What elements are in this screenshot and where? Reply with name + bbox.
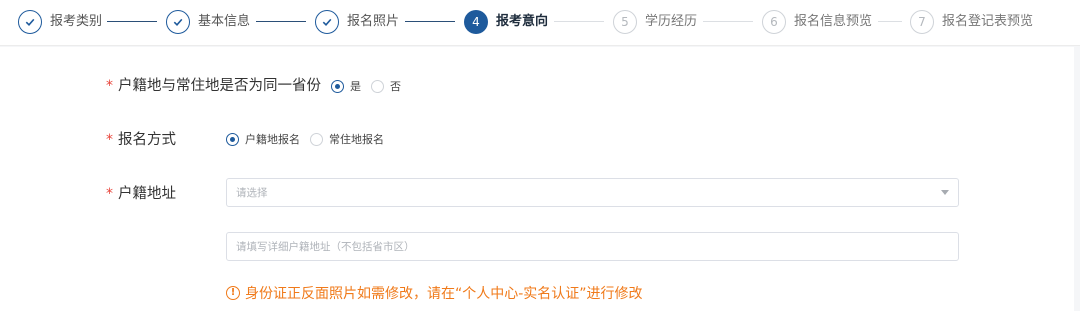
step-5[interactable]: 5 学历经历 — [613, 9, 697, 35]
same-province-yes-label: 是 — [350, 80, 361, 93]
notice-text: 身份证正反面照片如需修改，请在“个人中心-实名认证”进行修改 — [245, 286, 643, 302]
step-connector — [256, 21, 306, 22]
step-3-label: 报名照片 — [347, 14, 400, 29]
step-connector — [107, 21, 157, 22]
step-6[interactable]: 6 报名信息预览 — [762, 9, 872, 35]
same-province-no-label: 否 — [390, 80, 401, 93]
same-province-label-text: 户籍地与常住地是否为同一省份 — [118, 78, 321, 94]
check-icon — [18, 10, 42, 34]
step-2-label: 基本信息 — [198, 14, 251, 29]
radio-checked-icon — [226, 132, 239, 146]
region-select[interactable]: 请选择 — [226, 178, 959, 207]
step-connector — [703, 21, 753, 22]
registration-method-label: * 报名方式 — [106, 129, 176, 151]
registration-method-label-text: 报名方式 — [118, 132, 176, 148]
method-hukou-radio[interactable]: 户籍地报名 — [226, 131, 300, 147]
step-connector — [405, 21, 455, 22]
step-3[interactable]: 报名照片 — [315, 9, 399, 35]
household-address-label: * 户籍地址 — [106, 183, 176, 205]
method-hukou-label: 户籍地报名 — [245, 133, 300, 146]
caret-down-icon — [941, 190, 949, 195]
method-residence-radio[interactable]: 常住地报名 — [310, 131, 384, 147]
step-progress-bar: 报考类别 基本信息 报名照片 4 报考意向 5 学历经历 6 报名信息预览 7 … — [0, 0, 1080, 46]
method-residence-label: 常住地报名 — [329, 133, 384, 146]
step-number-badge: 4 — [464, 10, 488, 34]
detail-address-input[interactable]: 请填写详细户籍地址（不包括省市区） — [226, 232, 959, 261]
radio-unchecked-icon — [310, 132, 323, 146]
required-mark: * — [106, 78, 113, 94]
step-connector — [878, 21, 902, 22]
same-province-yes-radio[interactable]: 是 — [331, 78, 361, 94]
step-1-label: 报考类别 — [50, 14, 103, 29]
region-select-placeholder: 请选择 — [236, 187, 268, 199]
step-number-badge: 7 — [910, 10, 934, 34]
required-mark: * — [106, 132, 113, 148]
step-4-label: 报考意向 — [496, 14, 549, 29]
step-connector — [554, 21, 604, 22]
id-photo-notice: ! 身份证正反面照片如需修改，请在“个人中心-实名认证”进行修改 — [226, 283, 643, 303]
step-1[interactable]: 报考类别 — [18, 9, 102, 35]
required-mark: * — [106, 186, 113, 202]
step-4[interactable]: 4 报考意向 — [464, 9, 548, 35]
same-province-no-radio[interactable]: 否 — [371, 78, 401, 94]
step-6-label: 报名信息预览 — [794, 14, 873, 29]
detail-address-placeholder: 请填写详细户籍地址（不包括省市区） — [236, 241, 415, 253]
same-province-label: * 户籍地与常住地是否为同一省份 — [106, 75, 321, 97]
radio-unchecked-icon — [371, 79, 384, 93]
radio-checked-icon — [331, 79, 344, 93]
registration-method-radio-group: 户籍地报名 常住地报名 — [226, 129, 394, 149]
check-icon — [166, 10, 190, 34]
page-edge — [1074, 47, 1080, 311]
same-province-radio-group: 是 否 — [331, 76, 411, 96]
step-number-badge: 6 — [762, 10, 786, 34]
step-7-label: 报名登记表预览 — [942, 14, 1034, 29]
household-address-label-text: 户籍地址 — [118, 186, 176, 202]
step-number-badge: 5 — [613, 10, 637, 34]
step-7[interactable]: 7 报名登记表预览 — [910, 9, 1033, 35]
check-icon — [315, 10, 339, 34]
step-2[interactable]: 基本信息 — [166, 9, 250, 35]
warning-icon: ! — [226, 286, 240, 300]
step-5-label: 学历经历 — [645, 14, 698, 29]
